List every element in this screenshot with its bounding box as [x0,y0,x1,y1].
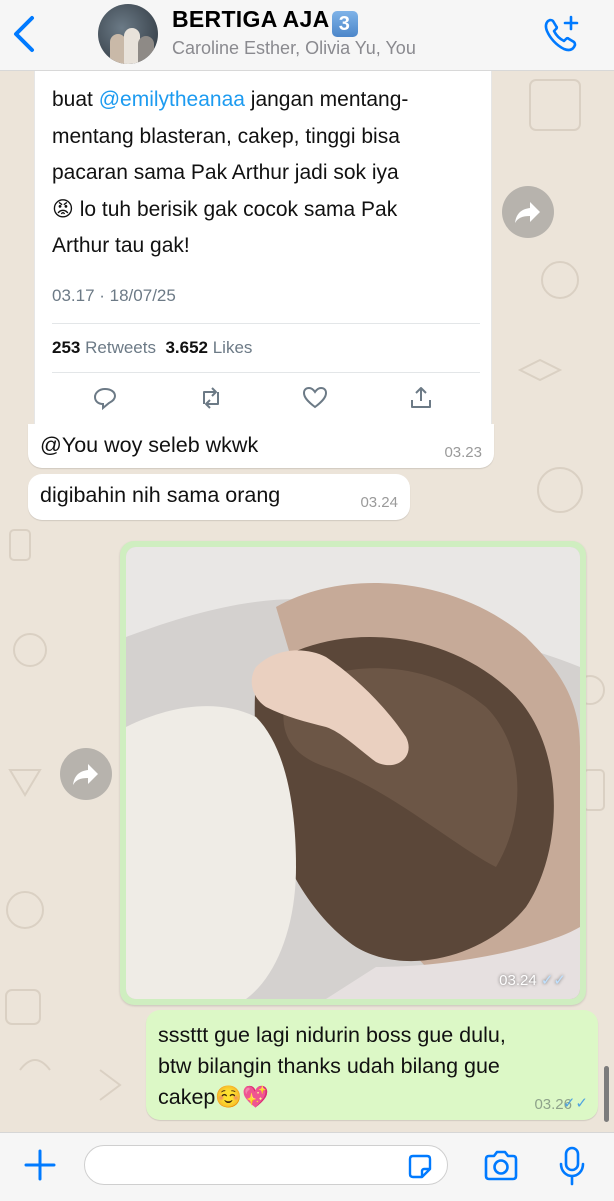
forward-button[interactable] [60,748,112,800]
tweet-text: buat @emilytheanaa jangan mentang- menta… [52,88,409,257]
angry-face-emoji: 😡 [52,197,74,221]
add-call-icon[interactable] [540,14,582,56]
group-members[interactable]: Caroline Esther, Olivia Yu, You [172,38,416,59]
message-time: 03.24 [360,494,398,511]
tweet-stats: 253 Retweets 3.652 Likes [52,338,253,357]
image-message-outgoing[interactable]: 03.24 ✓✓ [120,541,586,1005]
message-bubble-incoming[interactable]: digibahin nih sama orang 03.24 [28,474,410,520]
tweet-divider [52,372,480,373]
tweet-preview-card[interactable]: buat @emilytheanaa jangan mentang- menta… [34,70,492,437]
message-text: sssttt gue lagi nidurin boss gue dulu, b… [158,1023,506,1109]
message-input[interactable] [84,1145,448,1185]
group-avatar[interactable] [98,4,158,64]
message-bubble-outgoing[interactable]: sssttt gue lagi nidurin boss gue dulu, b… [146,1010,598,1120]
photo[interactable]: 03.24 ✓✓ [126,547,580,999]
message-time: 03.23 [444,444,482,461]
retweet-icon[interactable] [197,384,225,412]
tweet-actions [85,384,445,418]
sticker-icon[interactable] [406,1153,434,1181]
message-text: digibahin nih sama orang [40,483,281,507]
message-text: @You woy seleb wkwk [40,433,259,457]
message-bubble-incoming[interactable]: @You woy seleb wkwk 03.23 [28,424,494,468]
tweet-divider [52,323,480,324]
forward-arrow-icon [73,764,98,785]
reply-icon[interactable] [91,384,119,412]
photo-illustration [126,547,580,999]
keycap-three-badge: 3 [331,11,358,37]
compose-bar [0,1132,614,1201]
read-checkmarks-icon: ✓✓ [562,1095,588,1112]
like-heart-icon[interactable] [301,384,329,412]
forward-arrow-icon [515,202,540,223]
back-chevron-icon[interactable] [10,14,40,54]
camera-icon[interactable] [482,1149,520,1183]
smile-heart-emojis: ☺️💖 [215,1085,269,1109]
microphone-icon[interactable] [556,1145,588,1187]
tweet-mention-link[interactable]: @emilytheanaa [99,88,245,111]
plus-icon[interactable] [22,1147,58,1183]
forward-button[interactable] [502,186,554,238]
chat-header: BERTIGA AJA 3 Caroline Esther, Olivia Yu,… [0,0,614,71]
share-icon[interactable] [407,384,435,412]
group-name[interactable]: BERTIGA AJA 3 [172,6,358,37]
image-time: 03.24 ✓✓ [499,972,566,989]
scrollbar[interactable] [604,1066,609,1122]
tweet-timestamp: 03.17 · 18/07/25 [52,286,176,305]
